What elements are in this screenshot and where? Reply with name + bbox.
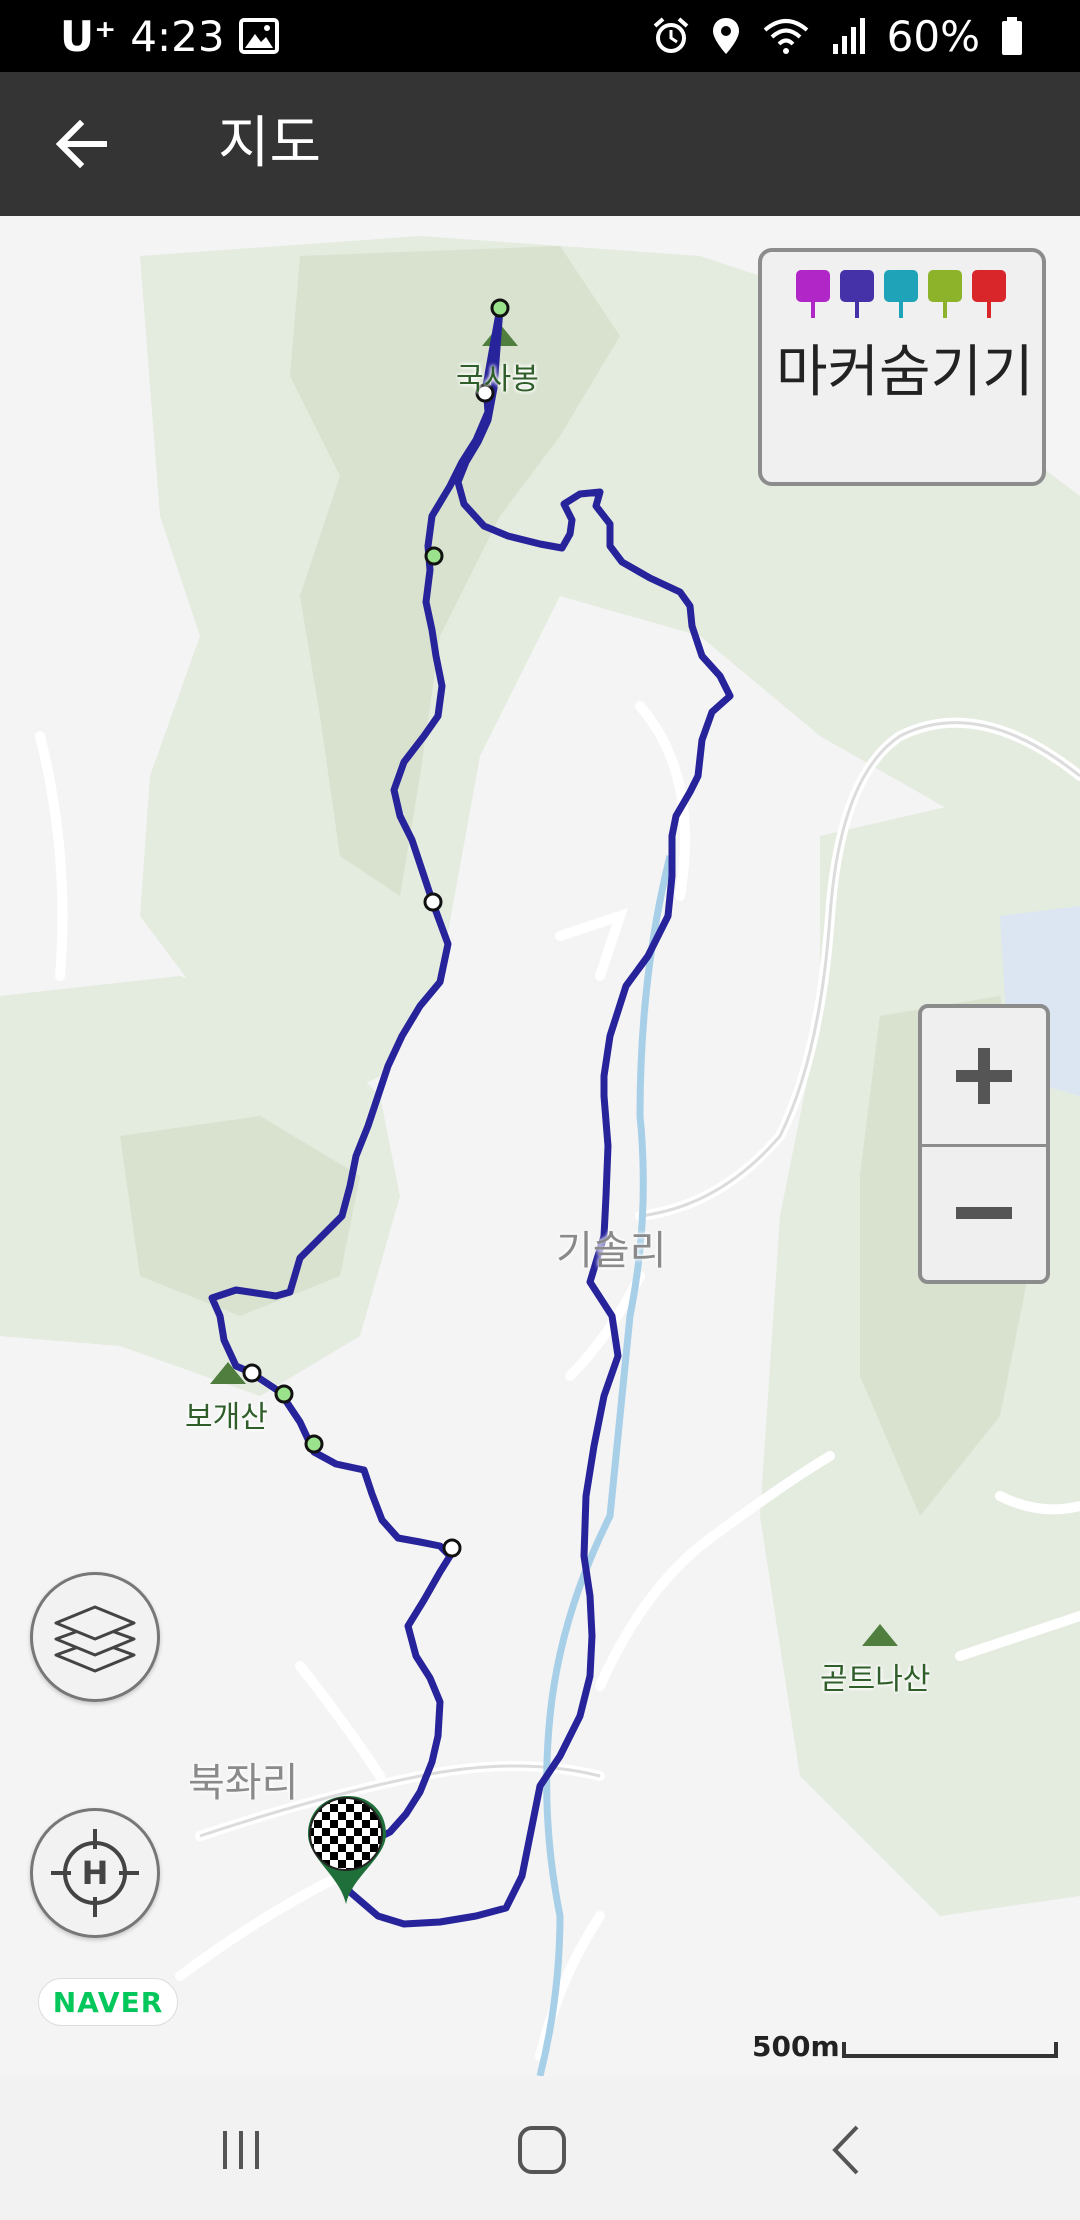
naver-logo: NAVER	[38, 1978, 178, 2026]
peak-label-guksabong: 국사봉	[456, 362, 539, 397]
peak-label-bogaesan: 보개산	[185, 1400, 268, 1435]
waypoint	[274, 1384, 294, 1404]
zoom-in-button[interactable]	[922, 1008, 1046, 1147]
waypoint	[304, 1434, 324, 1454]
scale-bar	[842, 2042, 1058, 2058]
home-icon	[518, 2126, 566, 2174]
minus-icon	[956, 1207, 1012, 1219]
waypoint	[424, 546, 444, 566]
signal-icon	[832, 18, 865, 54]
carrier-label: U⁺	[60, 11, 117, 61]
home-button[interactable]	[502, 2118, 582, 2182]
page-title: 지도	[218, 111, 322, 176]
waypoint	[423, 892, 443, 912]
location-icon	[712, 18, 739, 54]
peak-label-gotteunasan: 곧트나산	[820, 1662, 931, 1697]
location-marker-icon	[972, 270, 1006, 318]
marker-type-icons	[796, 270, 1006, 318]
recent-apps-button[interactable]	[202, 2118, 282, 2182]
layers-button[interactable]	[30, 1572, 160, 1702]
clock: 4:23	[130, 11, 225, 61]
camera-marker-icon	[796, 270, 830, 318]
plus-icon	[956, 1048, 1012, 1104]
checkered-flag-icon[interactable]	[306, 1796, 396, 1906]
alarm-icon	[653, 17, 688, 53]
recent-apps-icon	[223, 2131, 259, 2169]
scale-label: 500m	[752, 2030, 840, 2063]
system-nav-bar	[0, 2076, 1080, 2220]
village-label-gisolli: 기솔리	[556, 1228, 667, 1274]
mic-marker-icon	[884, 270, 918, 318]
marker-hide-label: 마커숨기기	[776, 340, 1034, 405]
wifi-icon	[763, 19, 808, 54]
locate-home-button[interactable]: H	[30, 1808, 160, 1938]
back-button[interactable]	[44, 104, 124, 184]
status-bar: U⁺ 4:23 60%	[0, 0, 1080, 72]
waypoint	[490, 298, 510, 318]
layers-icon	[54, 1605, 136, 1673]
battery-percent: 60%	[886, 11, 980, 61]
memo-marker-icon	[928, 270, 962, 318]
zoom-control	[918, 1004, 1050, 1284]
village-label-bukjwari: 북좌리	[188, 1760, 299, 1806]
waypoint	[442, 1538, 462, 1558]
gallery-icon	[238, 18, 279, 54]
waypoint	[242, 1363, 262, 1383]
arrow-left-icon	[55, 119, 107, 169]
back-chevron-icon	[832, 2125, 859, 2175]
map-view[interactable]: 국사봉 보개산 곧트나산 기솔리 북좌리 마커숨기기 H NAVER 500m	[0, 216, 1080, 2076]
svg-text:H: H	[82, 1854, 109, 1892]
home-locate-icon: H	[51, 1829, 139, 1917]
system-back-button[interactable]	[806, 2118, 886, 2182]
video-marker-icon	[840, 270, 874, 318]
battery-icon	[1002, 17, 1022, 55]
app-bar: 지도	[0, 72, 1080, 216]
zoom-out-button[interactable]	[922, 1145, 1046, 1281]
marker-hide-button[interactable]: 마커숨기기	[758, 248, 1046, 486]
